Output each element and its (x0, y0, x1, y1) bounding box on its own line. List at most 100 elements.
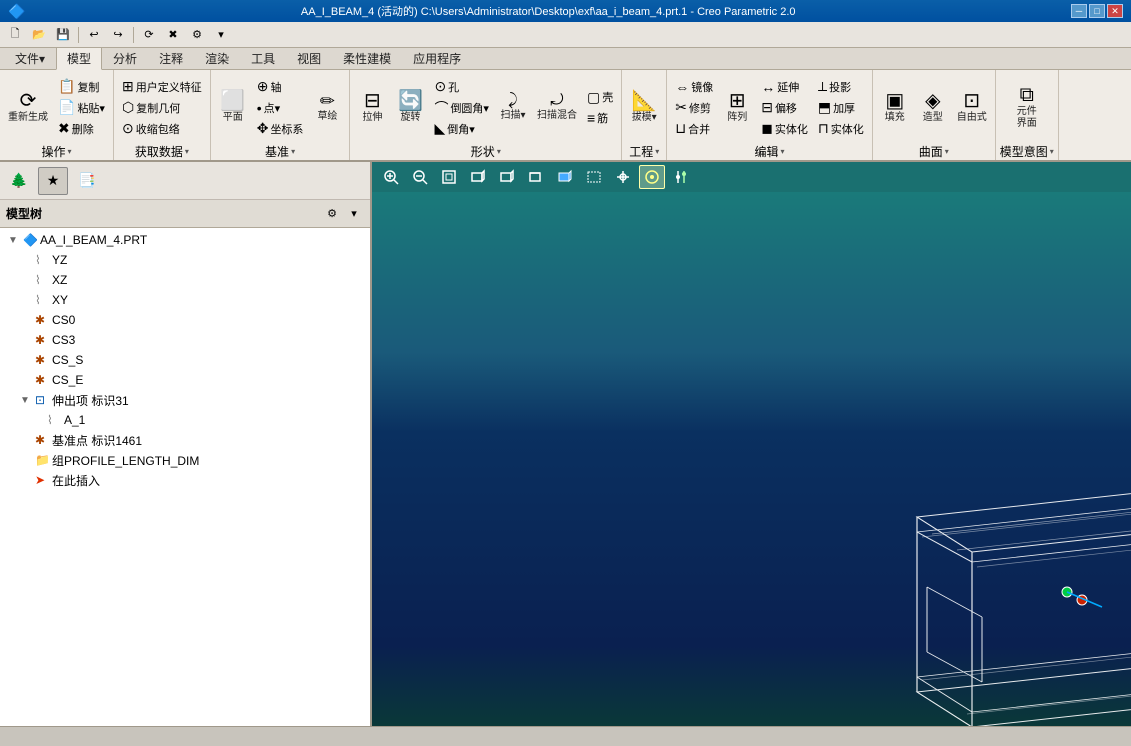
tree-expand-button[interactable]: ▾ (344, 205, 364, 223)
shaded-button[interactable] (552, 165, 578, 189)
component-interface-button[interactable]: ⧉ 元件界面 (1009, 82, 1045, 133)
offset-button[interactable]: ⊟ 偏移 (757, 98, 812, 118)
undo-button[interactable]: ↩ (83, 25, 105, 45)
plane-button[interactable]: ⬜ 平面 (215, 88, 251, 127)
sketch-button[interactable]: ✏ 草绘 (309, 89, 345, 126)
tab-analysis[interactable]: 分析 (102, 47, 148, 69)
round-button[interactable]: ⌒ 倒圆角▾ (430, 98, 493, 118)
model-tree-content[interactable]: ▼ 🔷 AA_I_BEAM_4.PRT ⌇ YZ ⌇ XZ ⌇ XY (0, 228, 370, 726)
intersect-button[interactable]: ⊓ 实体化 (814, 119, 868, 139)
datum-dropdown-icon[interactable]: ▾ (291, 147, 295, 156)
save-button[interactable]: 💾 (52, 25, 74, 45)
tree-item-yz[interactable]: ⌇ YZ (0, 250, 370, 270)
style-button[interactable]: ◈ 造型 (915, 88, 951, 127)
solidify-button[interactable]: ◼ 实体化 (757, 119, 812, 139)
sweep-button[interactable]: ⤸ 扫描▾ (495, 90, 531, 125)
hole-button[interactable]: ⊙ 孔 (430, 77, 493, 97)
rib-button[interactable]: ≡ 筋 (583, 108, 617, 128)
eng-dropdown-icon[interactable]: ▾ (655, 147, 659, 156)
swept-blend-button[interactable]: ⤾ 扫描混合 (533, 90, 581, 125)
ops-label: 操作 (41, 143, 65, 160)
tree-item-cs3[interactable]: ✱ CS3 (0, 330, 370, 350)
zoom-out-button[interactable] (407, 165, 433, 189)
edit-dropdown-icon[interactable]: ▾ (780, 147, 784, 156)
settings-button[interactable]: ⚙ (186, 25, 208, 45)
surface-dropdown-icon[interactable]: ▾ (945, 147, 949, 156)
tree-item-xz[interactable]: ⌇ XZ (0, 270, 370, 290)
extrude-button[interactable]: ⊟ 拉伸 (354, 88, 390, 127)
tree-item-insert[interactable]: ➤ 在此插入 (0, 470, 370, 490)
tab-app[interactable]: 应用程序 (402, 47, 472, 69)
tree-item-xy[interactable]: ⌇ XY (0, 290, 370, 310)
delete-button[interactable]: ✖ 删除 (54, 119, 109, 139)
merge-button[interactable]: ⊔ 合并 (671, 119, 717, 139)
3d-canvas[interactable] (372, 192, 1131, 726)
spin-center-button[interactable] (610, 165, 636, 189)
coord-button[interactable]: ✥ 坐标系 (253, 119, 308, 139)
maximize-button[interactable]: □ (1089, 4, 1105, 18)
bbox-button[interactable] (581, 165, 607, 189)
chamfer-button[interactable]: ◣ 倒角▾ (430, 119, 493, 139)
regenerate-button[interactable]: ⟳ (138, 25, 160, 45)
shell-button[interactable]: ▢ 壳 (583, 87, 617, 107)
trim-button[interactable]: ✂ 修剪 (671, 98, 717, 118)
layer-tree-toggle[interactable]: 📑 (72, 167, 102, 195)
intent-label: 模型意图 (1000, 143, 1048, 160)
tab-view[interactable]: 视图 (286, 47, 332, 69)
tree-item-css[interactable]: ✱ CS_S (0, 350, 370, 370)
shape-dropdown-icon[interactable]: ▾ (497, 147, 501, 156)
wireframe-button[interactable] (465, 165, 491, 189)
paste-button[interactable]: 📄 粘贴▾ (54, 98, 109, 118)
ops-dropdown-icon[interactable]: ▾ (67, 147, 71, 156)
left-icon-toolbar: 🌲 ★ 📑 (0, 162, 370, 200)
axis-button[interactable]: ⊕ 轴 (253, 77, 308, 97)
view-settings-button[interactable] (668, 165, 694, 189)
new-button[interactable]: 🗋 (4, 25, 26, 45)
data-dropdown-icon[interactable]: ▾ (185, 147, 189, 156)
tab-render[interactable]: 渲染 (194, 47, 240, 69)
draft-button[interactable]: 📐 拔模▾ (626, 88, 662, 127)
eng-label-row: 工程 ▾ (626, 143, 662, 160)
tree-item-extrude[interactable]: ▼ ⊡ 伸出项 标识31 (0, 390, 370, 410)
fill-button[interactable]: ▣ 填充 (877, 88, 913, 127)
intent-dropdown-icon[interactable]: ▾ (1050, 147, 1054, 156)
regenerate-large-button[interactable]: ⟳ 重新生成 (4, 88, 52, 127)
tab-tools[interactable]: 工具 (240, 47, 286, 69)
user-defined-feature-button[interactable]: ⊞ 用户定义特征 (118, 77, 206, 97)
tree-item-group[interactable]: 📁 组PROFILE_LENGTH_DIM (0, 450, 370, 470)
feature-manager[interactable]: ★ (38, 167, 68, 195)
tab-model[interactable]: 模型 (56, 47, 102, 70)
shrink-wrap-button[interactable]: ⊙ 收缩包络 (118, 119, 206, 139)
freestyle-button[interactable]: ⊡ 自由式 (953, 88, 991, 127)
tab-file[interactable]: 文件▾ (4, 47, 56, 69)
redo-button[interactable]: ↪ (107, 25, 129, 45)
mirror-button[interactable]: ⇔ 镜像 (671, 77, 717, 97)
extend-button[interactable]: ↔ 延伸 (757, 77, 812, 97)
project-button[interactable]: ⟂ 投影 (814, 77, 868, 97)
tree-item-datum[interactable]: ✱ 基准点 标识1461 (0, 430, 370, 450)
no-hidden-button[interactable] (523, 165, 549, 189)
zoom-in-button[interactable] (378, 165, 404, 189)
open-button[interactable]: 📂 (28, 25, 50, 45)
close-button[interactable]: ✕ (1107, 4, 1123, 18)
tree-item-cse[interactable]: ✱ CS_E (0, 370, 370, 390)
tree-item-root[interactable]: ▼ 🔷 AA_I_BEAM_4.PRT (0, 230, 370, 250)
tree-item-a1[interactable]: ⌇ A_1 (0, 410, 370, 430)
tab-annotation[interactable]: 注释 (148, 47, 194, 69)
copy-button[interactable]: 📋 复制 (54, 77, 109, 97)
copy-geometry-button[interactable]: ⬡ 复制几何 (118, 98, 206, 118)
point-button[interactable]: • 点▾ (253, 98, 308, 118)
model-tree-toggle[interactable]: 🌲 (4, 167, 34, 195)
close-window-button[interactable]: ✖ (162, 25, 184, 45)
fit-view-button[interactable] (436, 165, 462, 189)
thicken-button[interactable]: ⬒ 加厚 (814, 98, 868, 118)
pattern-button[interactable]: ⊞ 阵列 (719, 88, 755, 127)
hidden-line-button[interactable] (494, 165, 520, 189)
revolve-button[interactable]: 🔄 旋转 (392, 88, 428, 127)
quick-settings-dropdown[interactable]: ▾ (210, 25, 232, 45)
tree-settings-button[interactable]: ⚙ (322, 205, 342, 223)
active-view-button[interactable] (639, 165, 665, 189)
minimize-button[interactable]: ─ (1071, 4, 1087, 18)
tab-flex[interactable]: 柔性建模 (332, 47, 402, 69)
tree-item-cs0[interactable]: ✱ CS0 (0, 310, 370, 330)
